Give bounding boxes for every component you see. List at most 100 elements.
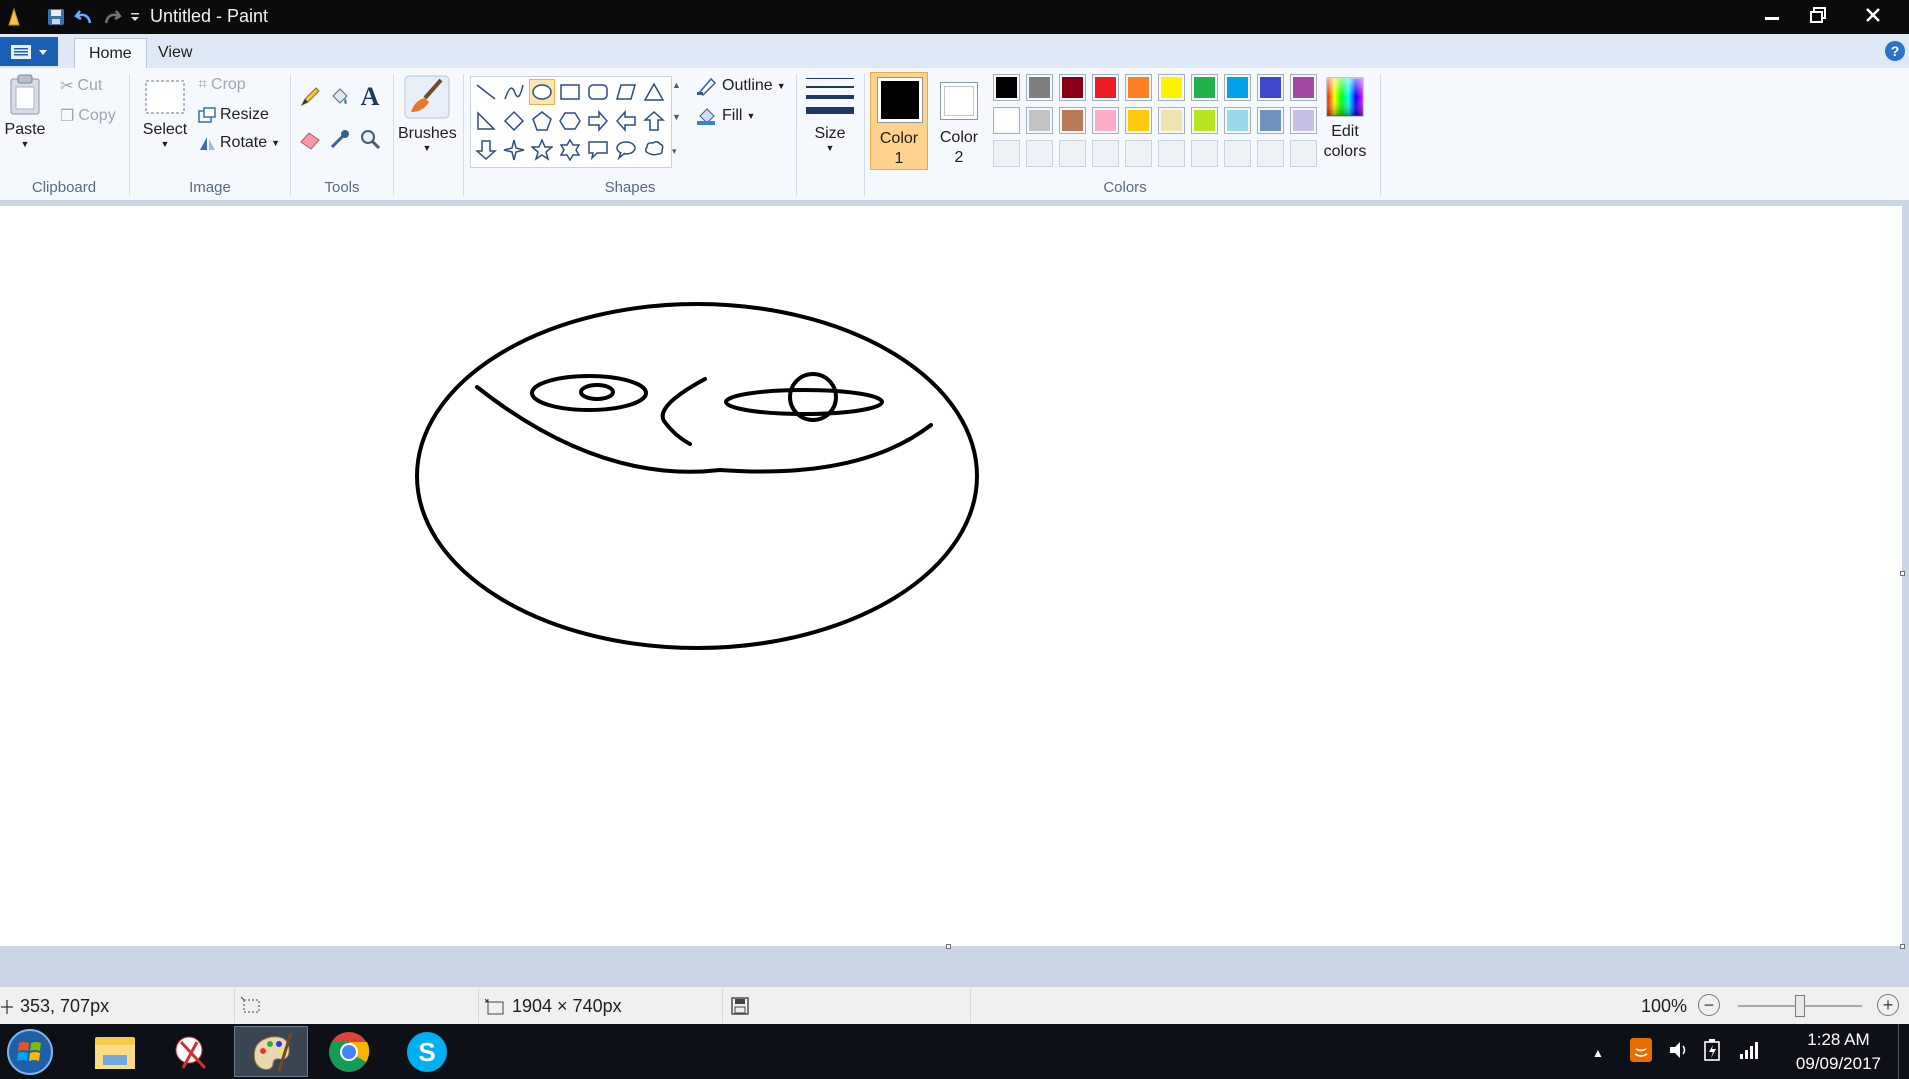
smile	[475, 385, 933, 474]
zoom-slider-thumb[interactable]	[1795, 995, 1805, 1017]
left-eye-outer	[530, 374, 648, 412]
cursor-position-icon	[1, 999, 13, 1014]
taskbar-chrome[interactable]	[312, 1026, 386, 1077]
close-icon[interactable]	[1850, 0, 1896, 30]
right-eye-outer	[724, 388, 884, 416]
zoom-in-icon[interactable]: +	[1877, 994, 1899, 1016]
minimize-icon[interactable]	[1749, 0, 1795, 30]
start-button[interactable]	[0, 1026, 60, 1077]
show-hidden-icons-icon[interactable]: ▲	[1592, 1046, 1604, 1060]
palette-icon	[253, 1032, 293, 1071]
color-swatch[interactable]	[1059, 74, 1086, 101]
drawing-canvas[interactable]	[0, 206, 1902, 946]
edit-colors-button[interactable]: Edit colors	[1318, 76, 1372, 162]
window-title: Untitled - Paint	[150, 6, 269, 26]
color-swatch[interactable]	[1026, 74, 1053, 101]
help-icon[interactable]: ?	[1885, 41, 1905, 61]
volume-icon[interactable]	[1668, 1040, 1690, 1064]
divider	[234, 989, 235, 1023]
quick-access-toolbar	[0, 4, 144, 30]
java-update-icon[interactable]	[1630, 1038, 1652, 1066]
tab-home[interactable]: Home	[74, 38, 147, 69]
clock-date: 09/09/2017	[1795, 1054, 1881, 1073]
selection-size-icon	[240, 996, 260, 1013]
status-bar: 353, 707px 1904 × 740px 100% − +	[0, 986, 1909, 1025]
folder-icon	[95, 1036, 135, 1069]
divider	[722, 989, 723, 1023]
color-swatch[interactable]	[1191, 74, 1218, 101]
custom-color-slot[interactable]	[1125, 140, 1152, 167]
paint-app-icon[interactable]	[0, 4, 28, 30]
custom-color-slot[interactable]	[1092, 140, 1119, 167]
colors-group-label: Colors	[1103, 179, 1147, 196]
ribbon-tab-row: Home View ?	[0, 34, 1909, 69]
color-swatch[interactable]	[1191, 107, 1218, 134]
title-bar: Untitled - Paint	[0, 0, 1909, 34]
cursor-position-text: 353, 707px	[20, 996, 110, 1016]
taskbar-paint[interactable]	[234, 1026, 308, 1077]
battery-icon[interactable]	[1702, 1038, 1724, 1066]
restore-icon[interactable]	[1795, 0, 1841, 30]
color-swatch[interactable]	[1158, 74, 1185, 101]
color-swatch[interactable]	[1092, 74, 1119, 101]
color-swatch[interactable]	[1158, 107, 1185, 134]
color-swatch[interactable]	[1257, 107, 1284, 134]
color-2-label: Color	[939, 129, 979, 146]
disk-icon	[731, 997, 749, 1015]
color-swatch[interactable]	[1059, 107, 1086, 134]
custom-color-slot[interactable]	[1059, 140, 1086, 167]
custom-color-slot[interactable]	[1158, 140, 1185, 167]
color-2-number: 2	[954, 149, 964, 166]
color-swatch[interactable]	[1290, 107, 1317, 134]
save-icon[interactable]	[42, 4, 70, 30]
color-swatch[interactable]	[993, 74, 1020, 101]
custom-color-slot[interactable]	[1026, 140, 1053, 167]
color-swatch[interactable]	[1125, 74, 1152, 101]
selection-size	[240, 996, 262, 1014]
network-signal-icon[interactable]	[1738, 1040, 1760, 1064]
canvas-resize-handle-bottom[interactable]	[946, 944, 951, 949]
divider	[1380, 74, 1381, 196]
scissors-icon	[175, 1036, 207, 1069]
canvas-resize-handle-right[interactable]	[1900, 571, 1905, 576]
canvas-size-icon	[484, 998, 504, 1014]
color-1-number: 1	[894, 150, 904, 167]
color-swatch[interactable]	[1092, 107, 1119, 134]
canvas-resize-handle-corner[interactable]	[1900, 944, 1905, 949]
color-swatch[interactable]	[1224, 107, 1251, 134]
customize-qat-icon[interactable]	[126, 4, 144, 30]
taskbar-skype[interactable]: S	[390, 1026, 464, 1077]
file-menu-button[interactable]	[0, 37, 58, 66]
color-swatch[interactable]	[993, 107, 1020, 134]
color-spectrum-icon	[1326, 77, 1364, 117]
color-swatch[interactable]	[1290, 74, 1317, 101]
custom-color-slot[interactable]	[1257, 140, 1284, 167]
color-swatch[interactable]	[1125, 107, 1152, 134]
custom-color-slot[interactable]	[993, 140, 1020, 167]
file-size	[730, 996, 750, 1016]
divider	[478, 989, 479, 1023]
canvas-size: 1904 × 740px	[484, 996, 622, 1017]
taskbar-snipping-tool[interactable]	[156, 1026, 230, 1077]
windows-logo-icon	[7, 1028, 53, 1075]
color-swatch[interactable]	[1224, 74, 1251, 101]
zoom-out-icon[interactable]: −	[1698, 994, 1720, 1016]
undo-icon[interactable]	[70, 4, 98, 30]
tab-view[interactable]: View	[144, 38, 206, 68]
custom-color-slot[interactable]	[1224, 140, 1251, 167]
redo-icon[interactable]	[98, 4, 126, 30]
color-swatch[interactable]	[1026, 107, 1053, 134]
drawing	[415, 302, 979, 650]
show-desktop-button[interactable]	[1898, 1024, 1909, 1079]
taskbar-clock[interactable]: 1:28 AM 09/09/2017	[1796, 1028, 1881, 1076]
taskbar-file-explorer[interactable]	[78, 1026, 152, 1077]
color-2-button[interactable]: Color 2	[930, 72, 988, 170]
chrome-icon	[329, 1031, 370, 1072]
nose	[660, 377, 707, 446]
svg-text:S: S	[418, 1037, 435, 1067]
color-swatch[interactable]	[1257, 74, 1284, 101]
custom-color-slot[interactable]	[1191, 140, 1218, 167]
custom-color-slot[interactable]	[1290, 140, 1317, 167]
color-1-button[interactable]: Color 1	[870, 72, 928, 170]
cursor-position: 353, 707px	[0, 996, 109, 1017]
